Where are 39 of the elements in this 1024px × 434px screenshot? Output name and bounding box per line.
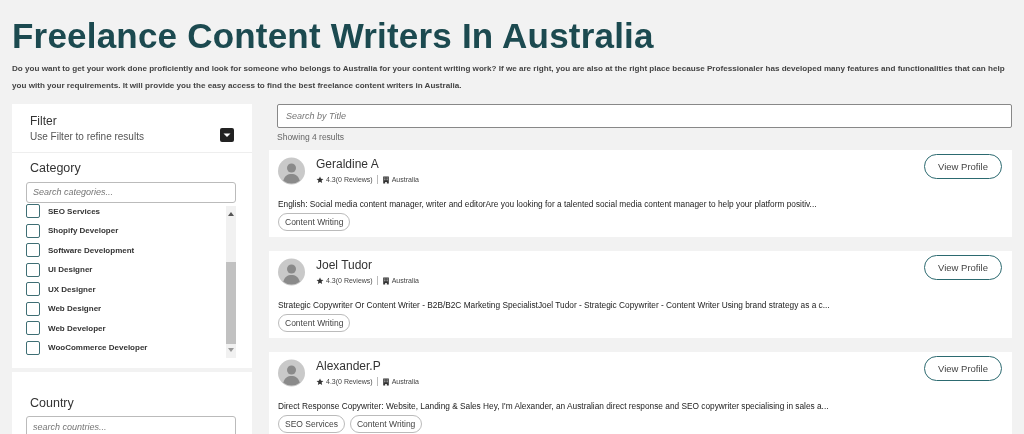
- category-option[interactable]: WooCommerce Developer: [26, 338, 226, 358]
- category-option[interactable]: SEO Services: [26, 201, 226, 221]
- category-option[interactable]: Web Designer: [26, 299, 226, 319]
- avatar-icon: [278, 155, 305, 187]
- country-search-field[interactable]: search countries...: [26, 416, 236, 434]
- profile-name: Alexander.P: [316, 359, 382, 373]
- title-search-field[interactable]: Search by Title: [277, 104, 1012, 128]
- building-icon: [381, 276, 390, 285]
- star-icon: [316, 175, 324, 184]
- filter-title: Filter: [30, 114, 58, 128]
- profile-name: Joel Tudor: [316, 258, 374, 272]
- view-profile-button[interactable]: View Profile: [924, 356, 1002, 381]
- category-option[interactable]: Software Development: [26, 240, 226, 260]
- view-profile-button[interactable]: View Profile: [924, 154, 1002, 179]
- intro-paragraph: Do you want to get your work done proficiently and look for someone who belongs to Australia for your content writing work? If we are right, you are also at the right place because Professionaler has developed many features and functionalities that can help you with your requirements. It will provide you the easy access to find the best freelance content writers in Australia.: [12, 63, 1006, 92]
- avatar-icon: [278, 256, 305, 288]
- category-option[interactable]: UX Designer: [26, 279, 226, 299]
- avatar-icon: [278, 357, 305, 389]
- scrollbar[interactable]: [226, 205, 236, 358]
- category-search-field[interactable]: Search categories...: [26, 181, 236, 203]
- dropdown-icon[interactable]: [220, 128, 234, 142]
- profile-summary: Direct Response Copywriter: Website, Landing & Sales Hey, I'm Alexander, an Australian direct response and SEO copywriter specialising in sales a...: [278, 401, 830, 411]
- profile-summary: Strategic Copywriter Or Content Writer - B2B/B2C Marketing SpecialistJoel Tudor - Strategic Copywriter - Content Writer Using brand strategy as a c...: [278, 300, 831, 310]
- category-title: Category: [30, 161, 82, 175]
- category-option[interactable]: UI Designer: [26, 260, 226, 280]
- scroll-up-icon[interactable]: [228, 211, 234, 216]
- results-count: Showing 4 results: [277, 132, 346, 142]
- view-profile-button[interactable]: View Profile: [924, 255, 1002, 280]
- building-icon: [381, 377, 390, 386]
- filter-subtitle: Use Filter to refine results: [30, 131, 144, 142]
- category-option[interactable]: Shopify Developer: [26, 221, 226, 241]
- country-title: Country: [30, 395, 75, 410]
- star-icon: [316, 377, 324, 386]
- profile-summary: English: Social media content manager, writer and editorAre you looking for a talented social media content manager to help your platform positiv...: [278, 199, 818, 209]
- profile-name: Geraldine A: [316, 157, 380, 171]
- star-icon: [316, 276, 324, 285]
- page-title: Freelance Content Writers In Australia: [12, 15, 655, 56]
- category-option[interactable]: Web Developer: [26, 318, 226, 338]
- building-icon: [381, 175, 390, 184]
